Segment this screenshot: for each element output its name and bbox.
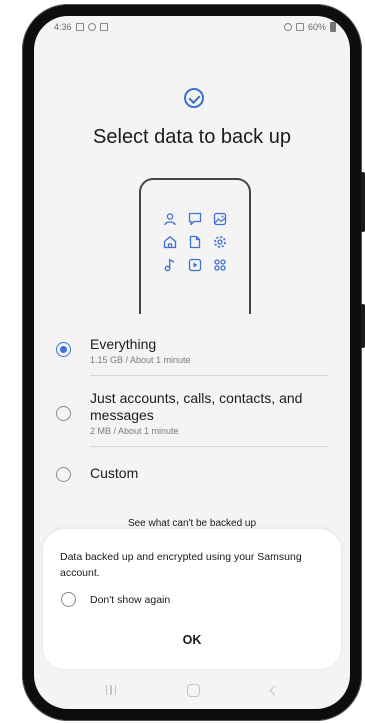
backup-options: Everything 1.15 GB / About 1 minute Just… xyxy=(34,334,350,492)
option-title: Everything xyxy=(90,336,157,352)
home-icon xyxy=(163,235,177,249)
wifi-icon xyxy=(283,23,292,31)
settings-icon xyxy=(213,235,227,249)
option-subtitle: 2 MB / About 1 minute xyxy=(90,426,179,436)
dont-show-again-label: Don't show again xyxy=(90,593,171,606)
video-icon xyxy=(188,258,202,272)
option-accounts-radio[interactable] xyxy=(56,406,71,421)
dialog-message: Data backed up and encrypted using your … xyxy=(60,551,302,579)
option-everything[interactable]: Everything 1.15 GB / About 1 minute xyxy=(34,334,350,376)
dont-show-again-checkbox[interactable] xyxy=(61,592,76,607)
option-text: Custom xyxy=(90,465,328,492)
option-subtitle: 1.15 GB / About 1 minute xyxy=(90,355,191,365)
option-custom[interactable]: Custom xyxy=(34,465,350,492)
sync-notification-icon xyxy=(87,23,96,31)
phone-frame: 4:36 60% Select data to back up Everythi… xyxy=(22,4,365,721)
option-title: Custom xyxy=(90,465,139,481)
option-text: Just accounts, calls, contacts, and mess… xyxy=(90,390,328,447)
power-button xyxy=(361,304,365,348)
option-title: Just accounts, calls, contacts, and mess… xyxy=(90,390,303,423)
navigation-bar xyxy=(34,671,350,709)
document-icon xyxy=(188,235,202,249)
signal-icon xyxy=(295,23,304,31)
lock-notification-icon xyxy=(99,23,108,31)
gallery-notification-icon xyxy=(75,23,84,31)
data-type-icons xyxy=(161,212,229,272)
see-what-cant-be-backed-up-link[interactable]: See what can't be backed up xyxy=(34,518,350,529)
apps-icon xyxy=(213,258,227,272)
person-icon xyxy=(163,212,177,226)
back-button[interactable] xyxy=(269,685,280,695)
option-everything-radio[interactable] xyxy=(56,342,71,357)
music-icon xyxy=(163,258,177,272)
status-time: 4:36 xyxy=(54,22,72,32)
check-circle-icon xyxy=(184,88,204,108)
dont-show-again-option[interactable]: Don't show again xyxy=(61,592,170,607)
option-custom-radio[interactable] xyxy=(56,467,71,482)
chat-icon xyxy=(188,212,202,226)
device-illustration xyxy=(139,178,251,314)
recents-button[interactable] xyxy=(105,685,117,695)
screen: 4:36 60% Select data to back up Everythi… xyxy=(34,16,350,709)
status-left: 4:36 xyxy=(54,22,108,32)
home-button[interactable] xyxy=(187,683,201,697)
info-dialog: Data backed up and encrypted using your … xyxy=(43,529,341,669)
battery-percent: 60% xyxy=(307,22,326,32)
volume-button xyxy=(361,172,365,232)
page-title: Select data to back up xyxy=(93,126,291,148)
status-right: 60% xyxy=(283,22,336,32)
gallery-icon xyxy=(213,212,227,226)
status-bar: 4:36 60% xyxy=(34,16,350,38)
option-text: Everything 1.15 GB / About 1 minute xyxy=(90,334,328,376)
battery-icon xyxy=(330,22,336,32)
option-accounts-calls-contacts-messages[interactable]: Just accounts, calls, contacts, and mess… xyxy=(34,390,350,447)
ok-button[interactable]: OK xyxy=(43,625,341,655)
